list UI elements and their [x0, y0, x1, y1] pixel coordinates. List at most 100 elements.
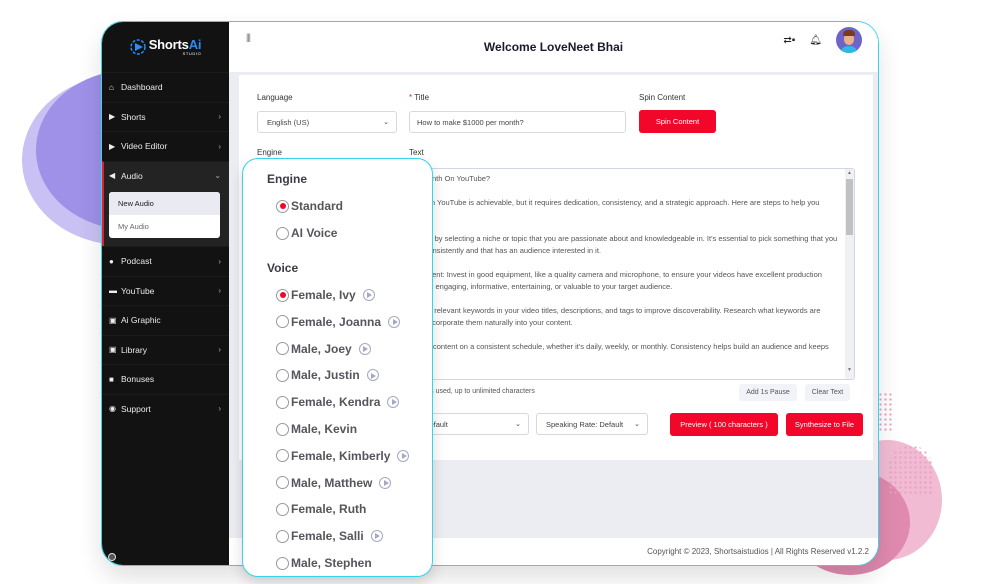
- sidebar-item-label: Audio: [121, 170, 143, 181]
- sidebar-item-dashboard[interactable]: ⌂ Dashboard: [102, 72, 229, 102]
- radio-button[interactable]: [276, 502, 289, 516]
- chevron-right-icon: ›: [218, 286, 221, 296]
- sidebar-item-audio[interactable]: ◀ Audio ⌄: [102, 160, 229, 190]
- scroll-up-icon[interactable]: ▲: [847, 170, 852, 176]
- voice-option-female-joanna[interactable]: Female, Joanna: [276, 314, 401, 329]
- title-label: * Title: [409, 93, 430, 102]
- sidebar-item-label: Shorts: [121, 111, 146, 122]
- synthesize-button[interactable]: Synthesize to File: [786, 413, 863, 436]
- chevron-down-icon: ⌄: [214, 171, 221, 181]
- radio-button[interactable]: [276, 556, 289, 570]
- scrollbar-thumb[interactable]: [846, 179, 853, 235]
- bell-icon[interactable]: 🔔︎: [809, 35, 822, 46]
- voice-label: Female, Joanna: [291, 314, 382, 329]
- voice-option-male-justin[interactable]: Male, Justin: [276, 368, 379, 382]
- voice-option-female-kimberly[interactable]: Female, Kimberly: [276, 448, 410, 463]
- sidebar-item-label: Video Editor: [121, 141, 168, 152]
- decorative-dots: [888, 445, 933, 495]
- play-preview-icon[interactable]: [358, 342, 371, 355]
- sidebar-item-label: Library: [121, 344, 147, 355]
- text-paragraph: 1. Choose Your Niche: Start by selecting…: [402, 234, 838, 255]
- engine-heading: Engine: [267, 172, 308, 186]
- radio-button[interactable]: [276, 395, 289, 409]
- logo-name-accent: Ai: [188, 37, 202, 52]
- sidebar-item-support[interactable]: ◉ Support ›: [102, 393, 229, 424]
- radio-button[interactable]: [276, 315, 289, 329]
- text-paragraph: How To Earn $1000 Per Month On YouTube?: [402, 174, 491, 183]
- sidebar-item-label: Bonuses: [121, 374, 155, 385]
- radio-button[interactable]: [276, 422, 289, 436]
- radio-button[interactable]: [276, 288, 289, 302]
- radio-button[interactable]: [276, 449, 289, 463]
- speaking-rate-select[interactable]: Speaking Rate: Default ⌄: [536, 413, 648, 435]
- sidebar-item-bonuses[interactable]: ■ Bonuses: [102, 364, 229, 394]
- radio-button[interactable]: [276, 476, 289, 490]
- radio-button[interactable]: [276, 368, 289, 382]
- translate-icon[interactable]: ⇄▪: [783, 35, 795, 46]
- sidebar: ShortsAi STUDIO ⌂ Dashboard ▶ Shorts › ▶ Video…: [102, 22, 229, 565]
- voice-option-male-joey[interactable]: Male, Joey: [276, 342, 371, 356]
- play-preview-icon[interactable]: [388, 315, 401, 328]
- spin-content-button[interactable]: Spin Content: [639, 110, 716, 133]
- clear-text-button[interactable]: Clear Text: [805, 384, 850, 401]
- engine-option-standard[interactable]: Standard: [276, 199, 343, 213]
- sidebar-item-label: YouTube: [121, 285, 155, 296]
- voice-option-female-ruth[interactable]: Female, Ruth: [276, 502, 366, 516]
- engine-option-ai-voice[interactable]: AI Voice: [276, 226, 337, 240]
- preview-button[interactable]: Preview ( 100 characters ): [670, 413, 778, 436]
- scrollbar[interactable]: ▲ ▼: [845, 169, 854, 379]
- sidebar-item-ai-graphic[interactable]: ▣ Ai Graphic: [102, 305, 229, 335]
- sidebar-item-shorts[interactable]: ▶ Shorts ›: [102, 101, 229, 132]
- language-select[interactable]: English (US) ⌄: [257, 111, 397, 133]
- voice-label: Female, Kimberly: [291, 448, 391, 463]
- play-preview-icon[interactable]: [366, 369, 379, 382]
- voice-option-female-ivy[interactable]: Female, Ivy: [276, 288, 375, 302]
- play-icon: ▶: [109, 141, 116, 151]
- voice-option-male-stephen[interactable]: Male, Stephen: [276, 556, 372, 570]
- library-icon: ▣: [109, 345, 117, 355]
- sidebar-item-podcast[interactable]: ● Podcast ›: [102, 246, 229, 276]
- spin-content-label: Spin Content: [639, 93, 686, 102]
- play-preview-icon[interactable]: [362, 289, 375, 301]
- radio-button[interactable]: [276, 199, 289, 213]
- sidebar-item-label: Ai Graphic: [121, 315, 161, 326]
- play-preview-icon[interactable]: [379, 476, 392, 489]
- sidebar-item-label: Podcast: [121, 256, 152, 267]
- voice-option-male-kevin[interactable]: Male, Kevin: [276, 422, 357, 436]
- chevron-right-icon: ›: [218, 141, 221, 151]
- engine-label: Engine: [257, 148, 282, 157]
- avatar[interactable]: [836, 27, 862, 53]
- radio-button[interactable]: [276, 342, 289, 356]
- language-value: English (US): [267, 117, 310, 127]
- text-content: How To Earn $1000 Per Month On YouTube? E…: [402, 173, 840, 377]
- engine-label: Standard: [291, 199, 344, 213]
- submenu-item-new-audio[interactable]: New Audio: [109, 192, 220, 215]
- sidebar-item-library[interactable]: ▣ Library ›: [102, 334, 229, 365]
- voice-option-female-kendra[interactable]: Female, Kendra: [276, 395, 400, 409]
- play-preview-icon[interactable]: [387, 396, 400, 409]
- text-paragraph: 4. Consistency is Key: Post content on a…: [402, 342, 829, 351]
- title-input[interactable]: How to make $1000 per month?: [409, 111, 626, 133]
- chevron-down-icon: ⌄: [383, 119, 389, 126]
- chevron-right-icon: ›: [218, 112, 221, 122]
- voice-options-magnifier: Engine Voice Standard AI Voice Female, Ivy…: [242, 158, 433, 577]
- logo-tagline: STUDIO: [182, 51, 202, 56]
- text-input[interactable]: How To Earn $1000 Per Month On YouTube? E…: [401, 168, 855, 380]
- logo[interactable]: ShortsAi STUDIO: [102, 22, 229, 72]
- voice-option-female-salli[interactable]: Female, Salli: [276, 529, 383, 543]
- radio-button[interactable]: [276, 529, 289, 543]
- text-paragraph: 3. Optimize for Search: Use relevant key…: [402, 306, 821, 327]
- sidebar-item-video-editor[interactable]: ▶ Video Editor ›: [102, 131, 229, 161]
- voice-label: Male, Kevin: [291, 422, 358, 436]
- radio-button[interactable]: [276, 226, 289, 240]
- text-paragraph: 2. Create High-Quality Content: Invest i…: [402, 270, 822, 291]
- chevron-right-icon: ›: [218, 256, 221, 266]
- submenu-item-my-audio[interactable]: My Audio: [109, 215, 220, 238]
- play-preview-icon[interactable]: [397, 449, 410, 462]
- add-pause-button[interactable]: Add 1s Pause: [739, 384, 797, 401]
- play-preview-icon[interactable]: [370, 530, 383, 543]
- sidebar-item-youtube[interactable]: ▬ YouTube ›: [102, 275, 229, 306]
- play-icon: ▶: [109, 112, 116, 122]
- voice-option-male-matthew[interactable]: Male, Matthew: [276, 476, 392, 490]
- scroll-down-icon[interactable]: ▼: [847, 367, 852, 373]
